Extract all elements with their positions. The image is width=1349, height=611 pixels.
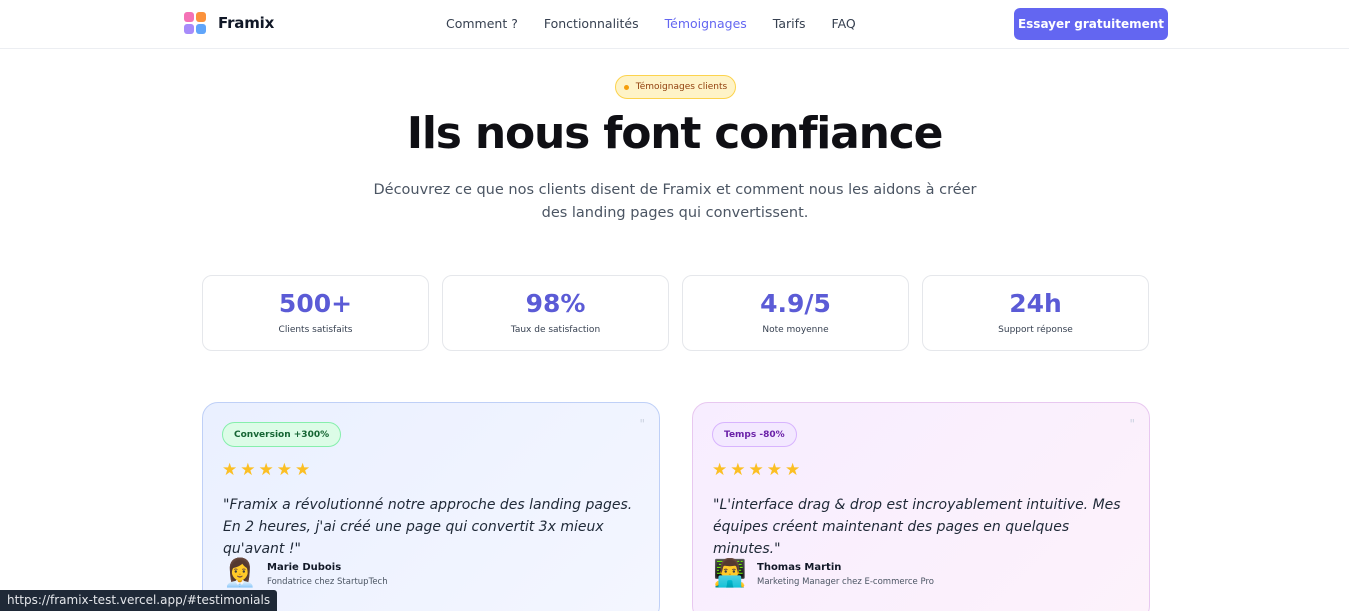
stat-label: Clients satisfaits xyxy=(278,325,353,335)
stat-value: 500+ xyxy=(278,289,353,318)
star-rating: ★★★★★ xyxy=(712,460,804,480)
star-rating: ★★★★★ xyxy=(222,460,314,480)
testimonial-card: Conversion +300% " ★★★★★ "Framix a révol… xyxy=(202,402,660,611)
nav-link-temoignages[interactable]: Témoignages xyxy=(665,16,747,31)
stat-card: 500+ Clients satisfaits xyxy=(202,275,429,351)
avatar: 👨‍💻 xyxy=(713,558,747,589)
badge-dot-icon xyxy=(623,84,629,90)
page-title: Ils nous font confiance xyxy=(406,108,944,159)
testimonial-quote: "Framix a révolutionné notre approche de… xyxy=(223,497,633,557)
browser-status-bar: https://framix-test.vercel.app/#testimon… xyxy=(0,590,278,611)
nav-link-tarifs[interactable]: Tarifs xyxy=(773,16,806,31)
four-squares-logo-icon xyxy=(184,12,206,34)
try-free-button[interactable]: Essayer gratuitement xyxy=(1014,8,1168,40)
main-nav: Comment ? Fonctionnalités Témoignages Ta… xyxy=(446,16,882,31)
stat-value: 24h xyxy=(1009,289,1062,318)
stat-value: 4.9/5 xyxy=(760,289,831,318)
author-name: Thomas Martin xyxy=(757,562,842,573)
nav-link-faq[interactable]: FAQ xyxy=(832,16,856,31)
page-subtitle: Découvrez ce que nos clients disent de F… xyxy=(373,182,977,221)
stat-label: Note moyenne xyxy=(762,325,829,335)
nav-link-fonctionnalites[interactable]: Fonctionnalités xyxy=(544,16,639,31)
stat-card: 98% Taux de satisfaction xyxy=(442,275,669,351)
testimonial-quote: "L'interface drag & drop est incroyablem… xyxy=(713,497,1121,557)
logo-text: Framix xyxy=(218,14,275,32)
author-name: Marie Dubois xyxy=(267,562,342,573)
testimonial-card: Temps -80% " ★★★★★ "L'interface drag & d… xyxy=(692,402,1150,611)
result-tag: Temps -80% xyxy=(712,422,797,447)
logo[interactable]: Framix xyxy=(184,12,274,34)
stat-card: 24h Support réponse xyxy=(922,275,1149,351)
result-tag: Conversion +300% xyxy=(222,422,342,447)
stat-label: Taux de satisfaction xyxy=(510,325,601,335)
quote-icon: " xyxy=(639,417,645,431)
stat-card: 4.9/5 Note moyenne xyxy=(682,275,909,351)
quote-icon: " xyxy=(1129,417,1135,431)
section-badge-label: Témoignages clients xyxy=(635,82,728,92)
author-role: Fondatrice chez StartupTech xyxy=(267,577,388,587)
nav-link-comment[interactable]: Comment ? xyxy=(446,16,518,31)
section-badge: Témoignages clients xyxy=(615,75,736,99)
avatar: 👩‍💼 xyxy=(223,558,257,589)
site-header: Framix Comment ? Fonctionnalités Témoign… xyxy=(0,0,1349,49)
stat-value: 98% xyxy=(525,289,586,318)
stat-label: Support réponse xyxy=(998,325,1073,335)
author-role: Marketing Manager chez E-commerce Pro xyxy=(757,577,934,587)
